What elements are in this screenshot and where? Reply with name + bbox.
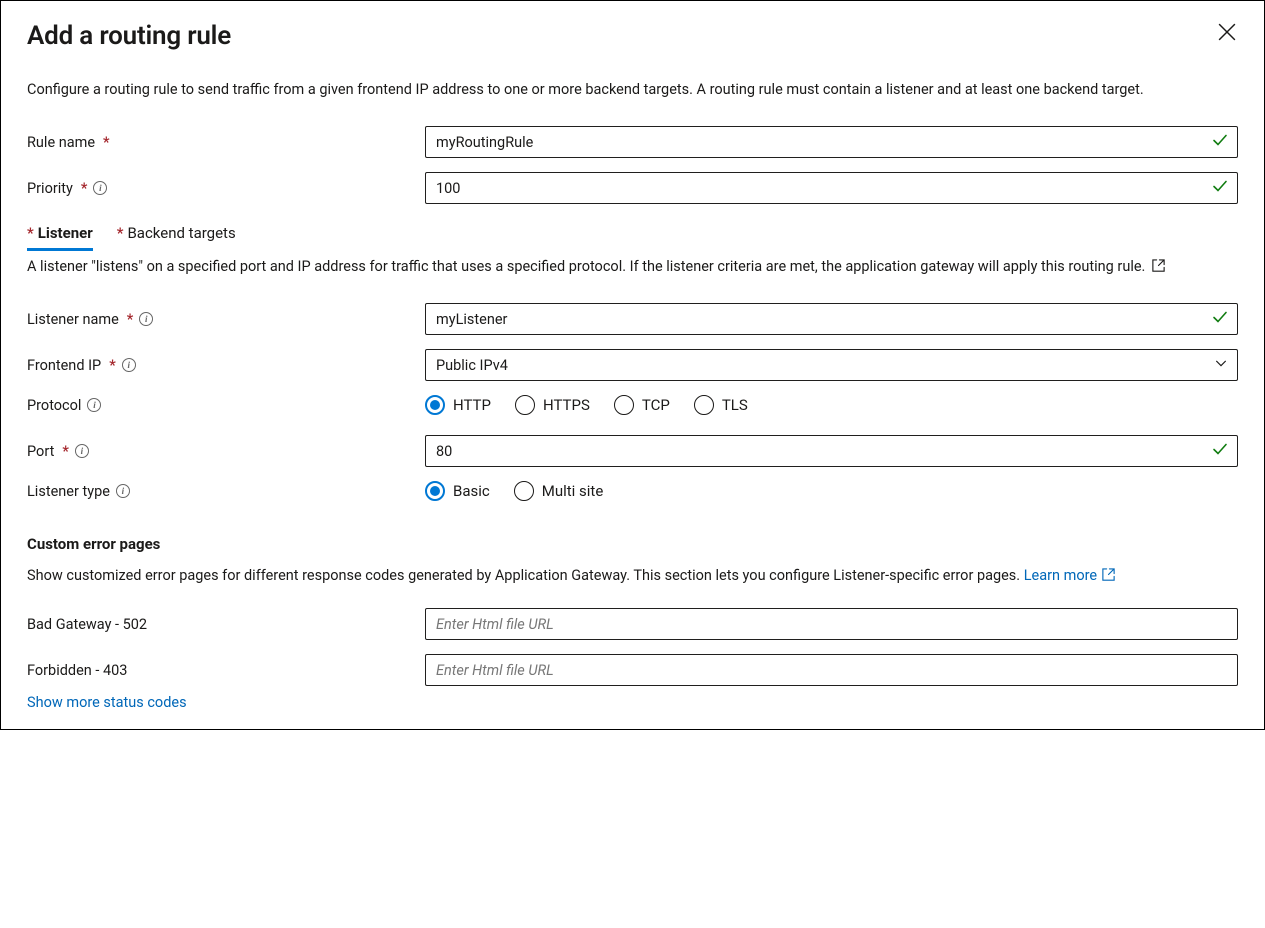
required-asterisk: * — [103, 134, 110, 151]
listener-type-radio-basic[interactable]: Basic — [425, 481, 490, 501]
panel-title: Add a routing rule — [27, 21, 1238, 51]
protocol-row: Protocol HTTP HTTPS TCP TLS — [27, 387, 1238, 423]
external-link-icon — [1099, 565, 1116, 586]
port-label: Port * — [27, 443, 417, 460]
bad-gateway-label: Bad Gateway - 502 — [27, 616, 417, 633]
port-label-text: Port — [27, 443, 54, 460]
custom-error-description-text: Show customized error pages for differen… — [27, 567, 1024, 584]
tab-listener[interactable]: *Listener — [27, 220, 93, 250]
protocol-label: Protocol — [27, 397, 417, 414]
protocol-tcp-label: TCP — [642, 396, 670, 414]
rule-name-input[interactable] — [425, 126, 1238, 158]
learn-more-text: Learn more — [1024, 565, 1097, 586]
radio-icon — [614, 395, 634, 415]
listener-name-row: Listener name * — [27, 301, 1238, 337]
bad-gateway-label-text: Bad Gateway - 502 — [27, 616, 147, 633]
panel-description: Configure a routing rule to send traffic… — [27, 79, 1238, 100]
protocol-tls-label: TLS — [722, 396, 748, 414]
priority-label-text: Priority — [27, 180, 73, 197]
info-icon[interactable] — [93, 181, 107, 195]
rule-name-row: Rule name * — [27, 124, 1238, 160]
required-asterisk: * — [27, 224, 34, 242]
frontend-ip-value: Public IPv4 — [436, 357, 508, 374]
required-asterisk: * — [117, 224, 124, 242]
protocol-radio-http[interactable]: HTTP — [425, 395, 491, 415]
radio-icon — [425, 395, 445, 415]
custom-error-heading: Custom error pages — [27, 535, 1238, 553]
radio-icon — [514, 481, 534, 501]
listener-name-label: Listener name * — [27, 311, 417, 328]
frontend-ip-label-text: Frontend IP — [27, 357, 101, 374]
radio-icon — [515, 395, 535, 415]
radio-icon — [694, 395, 714, 415]
rule-name-label: Rule name * — [27, 134, 417, 151]
frontend-ip-label: Frontend IP * — [27, 357, 417, 374]
external-link-icon[interactable] — [1149, 258, 1166, 275]
priority-label: Priority * — [27, 180, 417, 197]
show-more-status-codes-link[interactable]: Show more status codes — [27, 694, 187, 711]
required-asterisk: * — [127, 311, 134, 328]
listener-type-radio-multi[interactable]: Multi site — [514, 481, 604, 501]
frontend-ip-row: Frontend IP * Public IPv4 — [27, 347, 1238, 383]
protocol-label-text: Protocol — [27, 397, 81, 414]
priority-input[interactable] — [425, 172, 1238, 204]
frontend-ip-select[interactable]: Public IPv4 — [425, 349, 1238, 381]
listener-type-row: Listener type Basic Multi site — [27, 473, 1238, 509]
bad-gateway-url-input[interactable] — [425, 608, 1238, 640]
protocol-radio-tls[interactable]: TLS — [694, 395, 748, 415]
tab-bar: *Listener *Backend targets — [27, 220, 1238, 250]
listener-type-label-text: Listener type — [27, 483, 110, 500]
listener-type-multi-label: Multi site — [542, 482, 604, 500]
info-icon[interactable] — [87, 398, 101, 412]
forbidden-label-text: Forbidden - 403 — [27, 662, 127, 679]
listener-tab-description-text: A listener "listens" on a specified port… — [27, 258, 1145, 275]
priority-row: Priority * — [27, 170, 1238, 206]
custom-error-description: Show customized error pages for differen… — [27, 565, 1238, 586]
forbidden-url-input[interactable] — [425, 654, 1238, 686]
info-icon[interactable] — [116, 484, 130, 498]
tab-backend-targets[interactable]: *Backend targets — [117, 220, 236, 250]
required-asterisk: * — [62, 443, 69, 460]
routing-rule-panel: Add a routing rule Configure a routing r… — [0, 0, 1265, 730]
required-asterisk: * — [109, 357, 116, 374]
tab-backend-label: Backend targets — [127, 224, 235, 242]
radio-icon — [425, 481, 445, 501]
forbidden-row: Forbidden - 403 — [27, 652, 1238, 688]
forbidden-label: Forbidden - 403 — [27, 662, 417, 679]
port-row: Port * — [27, 433, 1238, 469]
listener-name-input[interactable] — [425, 303, 1238, 335]
listener-tab-description: A listener "listens" on a specified port… — [27, 256, 1238, 277]
info-icon[interactable] — [122, 358, 136, 372]
tab-listener-label: Listener — [38, 224, 93, 242]
protocol-radio-https[interactable]: HTTPS — [515, 395, 590, 415]
close-button[interactable] — [1218, 23, 1236, 41]
info-icon[interactable] — [139, 312, 153, 326]
listener-type-basic-label: Basic — [453, 482, 490, 500]
bad-gateway-row: Bad Gateway - 502 — [27, 606, 1238, 642]
listener-name-label-text: Listener name — [27, 311, 119, 328]
protocol-http-label: HTTP — [453, 396, 491, 414]
protocol-radio-group: HTTP HTTPS TCP TLS — [425, 395, 748, 415]
port-input[interactable] — [425, 435, 1238, 467]
rule-name-label-text: Rule name — [27, 134, 95, 151]
listener-type-radio-group: Basic Multi site — [425, 481, 603, 501]
listener-type-label: Listener type — [27, 483, 417, 500]
protocol-https-label: HTTPS — [543, 396, 590, 414]
protocol-radio-tcp[interactable]: TCP — [614, 395, 670, 415]
close-icon — [1218, 29, 1236, 45]
learn-more-link[interactable]: Learn more — [1024, 565, 1116, 586]
required-asterisk: * — [81, 180, 88, 197]
info-icon[interactable] — [75, 444, 89, 458]
